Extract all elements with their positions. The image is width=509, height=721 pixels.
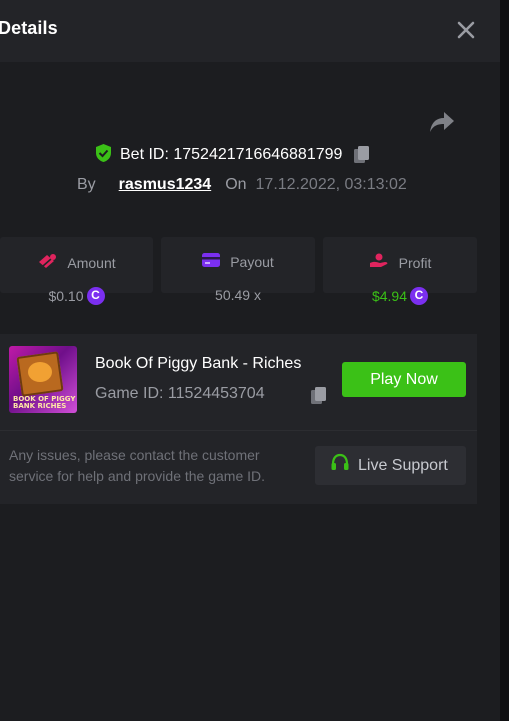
live-support-button[interactable]: Live Support xyxy=(315,446,466,485)
bet-datetime: 17.12.2022, 03:13:02 xyxy=(255,176,407,193)
support-help-text: Any issues, please contact the customer … xyxy=(9,447,266,484)
coin-icon: C xyxy=(410,287,429,305)
payout-card: Payout 50.49 x xyxy=(161,237,315,303)
amount-value: $0.10 xyxy=(48,288,84,304)
thumbnail-logo-text: BOOK OF PIGGY BANK RICHES xyxy=(13,395,76,410)
modal-title: Details xyxy=(0,18,58,38)
bet-meta-row: By rasmus1234 On 17.12.2022, 03:13:02 xyxy=(77,174,407,196)
close-icon[interactable] xyxy=(455,19,477,41)
play-now-button[interactable]: Play Now xyxy=(342,362,466,397)
copy-bet-id-icon[interactable] xyxy=(353,145,371,165)
divider xyxy=(0,430,477,431)
share-icon[interactable] xyxy=(428,110,456,134)
amount-label: Amount xyxy=(67,254,116,271)
live-support-label: Live Support xyxy=(358,456,448,474)
hand-coin-icon xyxy=(369,253,399,272)
bet-details-modal: Details Bet ID: 1752421716646881799 By r… xyxy=(0,0,500,721)
payout-label: Payout xyxy=(230,253,274,270)
game-panel: BOOK OF PIGGY BANK RICHES Book Of Piggy … xyxy=(0,334,477,504)
on-label: On xyxy=(225,176,247,193)
bet-id: Bet ID: 1752421716646881799 xyxy=(120,146,343,163)
scrollbar[interactable] xyxy=(500,0,509,721)
copy-game-id-icon[interactable] xyxy=(310,386,328,411)
modal-header: Details xyxy=(0,0,500,62)
headset-icon xyxy=(315,453,350,478)
game-thumbnail[interactable]: BOOK OF PIGGY BANK RICHES xyxy=(9,346,77,413)
profit-label: Profit xyxy=(398,254,432,271)
amount-card: Amount $0.10 C xyxy=(0,237,153,305)
username-link[interactable]: rasmus1234 xyxy=(119,176,212,194)
profit-value: $4.94 xyxy=(371,288,408,304)
payout-value: 50.49 x xyxy=(215,287,261,303)
coins-icon xyxy=(37,253,67,272)
shield-check-icon xyxy=(94,143,113,168)
game-id: Game ID: 11524453704 xyxy=(95,385,265,402)
profit-card: Profit $4.94 C xyxy=(323,237,477,305)
card-icon xyxy=(202,253,230,270)
by-label: By xyxy=(77,176,96,193)
coin-icon: C xyxy=(86,287,105,305)
game-name: Book Of Piggy Bank - Riches xyxy=(95,355,302,372)
bet-id-row: Bet ID: 1752421716646881799 xyxy=(94,143,371,168)
